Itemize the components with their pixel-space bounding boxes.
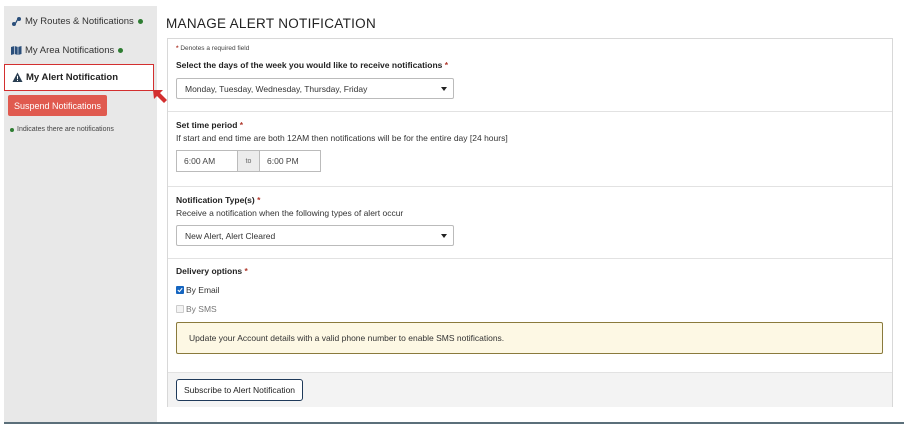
end-time-input[interactable]: 6:00 PM [259, 150, 321, 172]
days-label-text: Select the days of the week you would li… [176, 60, 443, 70]
sidebar-item-label: My Area Notifications [25, 45, 115, 56]
required-star: * [239, 120, 244, 130]
required-star: * [257, 195, 261, 205]
chevron-down-icon [441, 234, 447, 238]
sms-option-label: By SMS [186, 304, 217, 314]
map-icon [11, 45, 22, 56]
suspend-notifications-button[interactable]: Suspend Notifications [8, 95, 107, 116]
time-range: 6:00 AM to 6:00 PM [176, 150, 321, 172]
sidebar-item-my-routes[interactable]: My Routes & Notifications [4, 10, 157, 33]
time-separator: to [238, 150, 259, 172]
sidebar-item-label: My Routes & Notifications [25, 16, 134, 27]
email-option[interactable]: By Email [176, 285, 220, 295]
sms-warning-alert: Update your Account details with a valid… [176, 322, 883, 354]
days-select[interactable]: Monday, Tuesday, Wednesday, Thursday, Fr… [176, 78, 454, 99]
notification-legend: Indicates there are notifications [10, 126, 114, 133]
alert-notification-form: * Denotes a required field Select the da… [167, 38, 893, 407]
start-time-input[interactable]: 6:00 AM [176, 150, 238, 172]
required-field-note: * Denotes a required field [176, 45, 249, 52]
bottom-divider [4, 422, 904, 424]
required-note-text: Denotes a required field [180, 45, 250, 52]
types-section: Notification Type(s) * Receive a notific… [168, 187, 892, 259]
email-option-label: By Email [186, 285, 220, 295]
sidebar-item-my-area[interactable]: My Area Notifications [4, 39, 157, 62]
legend-text: Indicates there are notifications [17, 126, 114, 133]
warning-icon [12, 72, 23, 83]
delivery-label: Delivery options * [176, 266, 248, 276]
time-help: If start and end time are both 12AM then… [176, 133, 508, 143]
sidebar-item-label: My Alert Notification [26, 72, 119, 83]
route-icon [11, 16, 22, 27]
days-label: Select the days of the week you would li… [176, 60, 448, 70]
types-label-text: Notification Type(s) [176, 195, 255, 205]
sidebar: My Routes & Notifications My Area Notifi… [4, 6, 157, 424]
notification-dot [10, 127, 14, 132]
required-star: * [176, 45, 179, 52]
days-section: * Denotes a required field Select the da… [168, 39, 892, 112]
sms-option[interactable]: By SMS [176, 304, 217, 314]
types-help: Receive a notification when the followin… [176, 208, 404, 218]
time-section: Set time period * If start and end time … [168, 112, 892, 187]
chevron-down-icon [441, 87, 447, 91]
notification-types-select[interactable]: New Alert, Alert Cleared [176, 225, 454, 246]
notification-dot [118, 48, 124, 53]
sidebar-item-my-alert[interactable]: My Alert Notification [4, 64, 154, 91]
page-title: MANAGE ALERT NOTIFICATION [166, 16, 377, 31]
time-label: Set time period * [176, 120, 243, 130]
required-star: * [244, 266, 248, 276]
sms-checkbox[interactable] [176, 305, 184, 313]
types-label: Notification Type(s) * [176, 195, 260, 205]
subscribe-button[interactable]: Subscribe to Alert Notification [176, 379, 304, 401]
delivery-label-text: Delivery options [176, 266, 243, 276]
form-footer: Subscribe to Alert Notification [168, 372, 892, 407]
notification-dot [137, 19, 143, 24]
days-select-value: Monday, Tuesday, Wednesday, Thursday, Fr… [185, 83, 368, 94]
types-select-value: New Alert, Alert Cleared [185, 230, 276, 241]
time-label-text: Set time period [176, 120, 238, 130]
required-star: * [444, 60, 449, 70]
email-checkbox[interactable] [176, 286, 184, 294]
